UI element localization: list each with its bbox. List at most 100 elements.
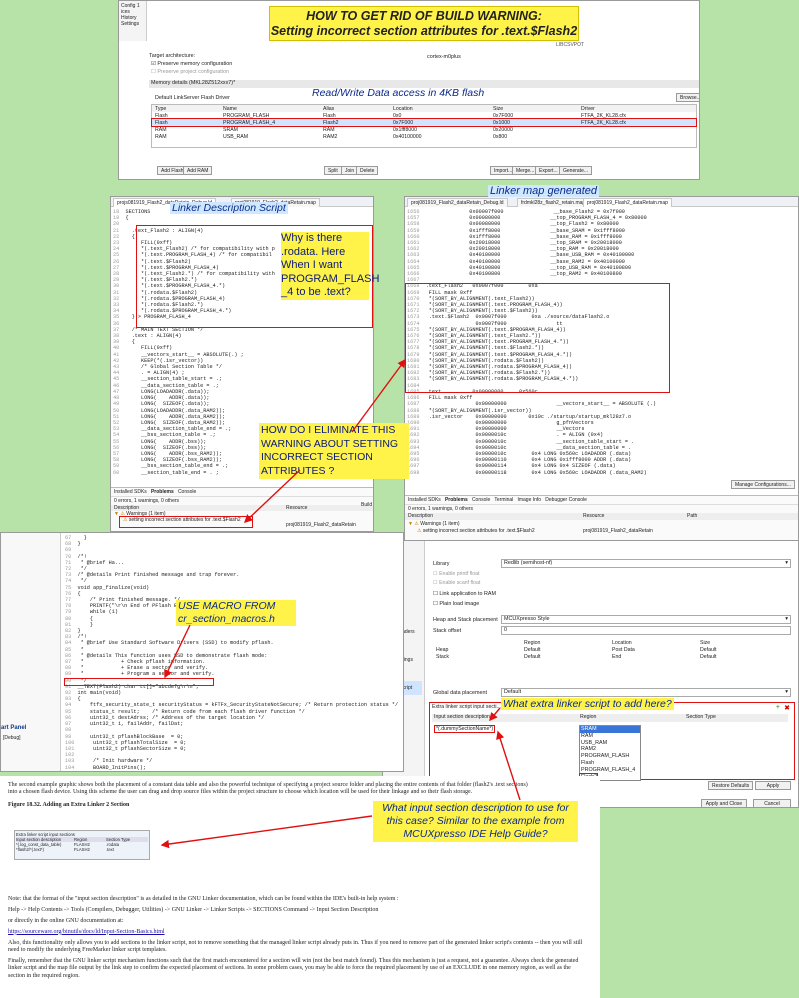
tab-image-info[interactable]: Image Info <box>517 497 541 503</box>
line-number: 77 <box>65 597 72 604</box>
code-line: 1666 0x40100800 __top_RAM2 = 0x40100800 <box>407 271 656 277</box>
cell: 0x0 <box>393 112 402 119</box>
line-text: __data_section_table_end = .; <box>125 426 232 433</box>
line-text: 0x0000010c 0x4 LONG 0x560c LOADADDR (.da… <box>425 450 632 457</box>
dropdown-option[interactable]: RAM2 <box>580 746 640 753</box>
export-button[interactable]: Export... <box>535 166 562 175</box>
warning-item[interactable]: ⚠ setting incorrect section attributes f… <box>405 528 798 534</box>
heap-stack-select[interactable]: MCUXpresso Style ▾ <box>501 615 791 624</box>
table-row[interactable]: Heap Default Post Data Default <box>433 646 793 653</box>
cell: Heap <box>436 646 449 653</box>
stack-offset-input[interactable]: 0 <box>501 626 791 635</box>
dropdown-option[interactable]: Flash <box>580 760 640 767</box>
col-path: Path <box>687 513 698 519</box>
tab-problems[interactable]: Problems <box>445 497 468 503</box>
tab-linker-script[interactable]: proj081919_Flash2_dataRetain_Debug.ld <box>407 198 508 207</box>
input-section-input[interactable]: *(.dummySectionName*) <box>434 725 496 733</box>
printf-float-checkbox[interactable]: ☐ Enable printf float <box>433 571 479 577</box>
tab-console[interactable]: Console <box>178 489 196 495</box>
cell: Flash2 <box>323 119 339 126</box>
scanf-float-checkbox[interactable]: ☐ Enable scanf float <box>433 580 480 586</box>
line-text: 0x1fff8000 __base_RAM = 0x1fff8000 <box>425 233 622 240</box>
tab-installed-sdks[interactable]: Installed SDKs <box>408 497 441 503</box>
nav-item[interactable]: Settings <box>121 21 144 27</box>
cell: Default <box>700 646 717 653</box>
line-number: 87 <box>65 659 72 666</box>
extra-sections-header: Input section description Region Section… <box>432 714 788 722</box>
tab-map-file[interactable]: proj081919_Flash2_dataRetain.map <box>583 198 672 207</box>
add-row-icon[interactable]: + <box>776 704 780 711</box>
line-number: 41 <box>113 351 120 358</box>
code-line: 1698 0x00000118 0x4 LONG 0x560c LOADADDR… <box>407 470 656 476</box>
link-ram-checkbox[interactable]: ☐ Link application to RAM <box>433 591 496 597</box>
plain-load-checkbox[interactable]: ☐ Plain load image <box>433 601 479 607</box>
line-number: 28 <box>113 271 120 278</box>
line-number: 39 <box>113 339 120 346</box>
line-number: 74 <box>65 578 72 585</box>
preserve-proj-checkbox[interactable]: ☐ Preserve project configuration <box>151 69 229 75</box>
warnings-group[interactable]: ▼ ⚠ Warnings (1 item) <box>405 520 798 528</box>
line-number: 78 <box>65 603 72 610</box>
dropdown-option[interactable]: PROGRAM_FLASH_4 <box>580 767 640 774</box>
table-row[interactable]: Flash PROGRAM_FLASH Flash 0x0 0x7F000 FTFA_2K… <box>152 112 696 119</box>
preserve-mem-checkbox[interactable]: ☑ Preserve memory configuration <box>151 61 232 67</box>
line-number: 31 <box>113 289 120 296</box>
library-select[interactable]: Redlib (semihost-nf) ▾ <box>501 559 791 568</box>
apply-button[interactable]: Apply <box>755 781 791 790</box>
warning-resource: proj081919_Flash2_dataRetain <box>286 522 356 528</box>
table-row[interactable]: RAM USB_RAM RAM2 0x40100000 0x800 <box>152 133 696 140</box>
line-text: LONG( SIZEOF(.data_RAM2)); <box>125 419 226 426</box>
title-line2: Setting incorrect section attributes for… <box>270 24 578 38</box>
target-arch-value: cortex-m0plus <box>427 54 461 60</box>
col-resource: Resource <box>583 513 605 519</box>
line-number: 1664 <box>407 258 420 265</box>
cancel-button[interactable]: Cancel <box>753 799 791 807</box>
gnu-doc-link[interactable]: https://sourceware.org/binutils/docs/ld/… <box>8 929 588 936</box>
global-data-select[interactable]: Default ▾ <box>501 688 791 697</box>
restore-defaults-button[interactable]: Restore Defaults <box>708 781 754 790</box>
line-number: 34 <box>113 308 120 315</box>
apply-close-button[interactable]: Apply and Close <box>701 799 747 807</box>
dropdown-option[interactable]: USB_RAM <box>580 740 640 747</box>
tab-terminal[interactable]: Terminal <box>494 497 513 503</box>
table-row[interactable]: Stack Default End Default <box>433 653 793 660</box>
dropdown-option[interactable]: PROGRAM_FLASH <box>580 753 640 760</box>
manage-config-button[interactable]: Manage Configurations... <box>731 480 795 489</box>
code-line: 60 __section_table_end = . ; <box>113 470 275 476</box>
tab-console[interactable]: Console <box>472 497 490 503</box>
line-number: 1657 <box>407 215 420 222</box>
line-text: 0x00000114 0x4 LONG 0x4 SIZEOF (.data) <box>425 463 616 470</box>
line-text: * @brief Ha... <box>77 559 125 566</box>
line-number: 54 <box>113 432 120 439</box>
delete-button[interactable]: Delete <box>356 166 379 175</box>
line-number: 50 <box>113 407 120 414</box>
tab-kl28z-map[interactable]: frdmkl28z_flash2_retain.map <box>517 198 590 207</box>
heap-stack-table: Region Location Size Heap Default Post Dat… <box>433 639 793 660</box>
delete-row-icon[interactable]: ✖ <box>784 704 790 712</box>
tab-installed-sdks[interactable]: Installed SDKs <box>114 489 147 495</box>
line-number: 46 <box>113 382 120 389</box>
region-dropdown[interactable]: SRAM RAM USB_RAM RAM2 PROGRAM_FLASH Flas… <box>578 725 641 782</box>
line-text: LONG( ADDR(.bss_RAM2)); <box>125 450 222 457</box>
line-text: */ <box>77 578 87 585</box>
browse-button[interactable]: Browse... <box>676 93 699 102</box>
line-number: 95 <box>65 708 72 715</box>
dropdown-option[interactable]: RAM <box>580 733 640 740</box>
add-ram-button[interactable]: Add RAM <box>183 166 213 175</box>
table-row-selected[interactable]: Flash PROGRAM_FLASH_4 Flash2 0x7F000 0x1000 F… <box>151 118 697 127</box>
line-text: __data_section_table = .; <box>125 382 219 389</box>
cell: PROGRAM_FLASH <box>223 112 270 119</box>
line-number: 81 <box>65 621 72 628</box>
tab-problems[interactable]: Problems <box>151 489 174 495</box>
cell: RAM <box>323 126 335 133</box>
source-code-area: 67 } 68 } 69 70 /*! 71 * @brief Ha... 72 */ 7… <box>65 535 398 771</box>
line-number: 93 <box>65 696 72 703</box>
line-number: 35 <box>113 314 120 321</box>
line-number: 84 <box>65 640 72 647</box>
quickstart-panel-label[interactable]: art Panel <box>1 725 26 731</box>
split-button[interactable]: Split <box>324 166 342 175</box>
table-row[interactable]: RAM SRAM RAM 0x1fff8000 0x20000 <box>152 126 696 133</box>
dropdown-option[interactable]: SRAM <box>580 726 640 733</box>
generate-button[interactable]: Generate... <box>559 166 593 175</box>
tab-debugger-console[interactable]: Debugger Console <box>545 497 587 503</box>
